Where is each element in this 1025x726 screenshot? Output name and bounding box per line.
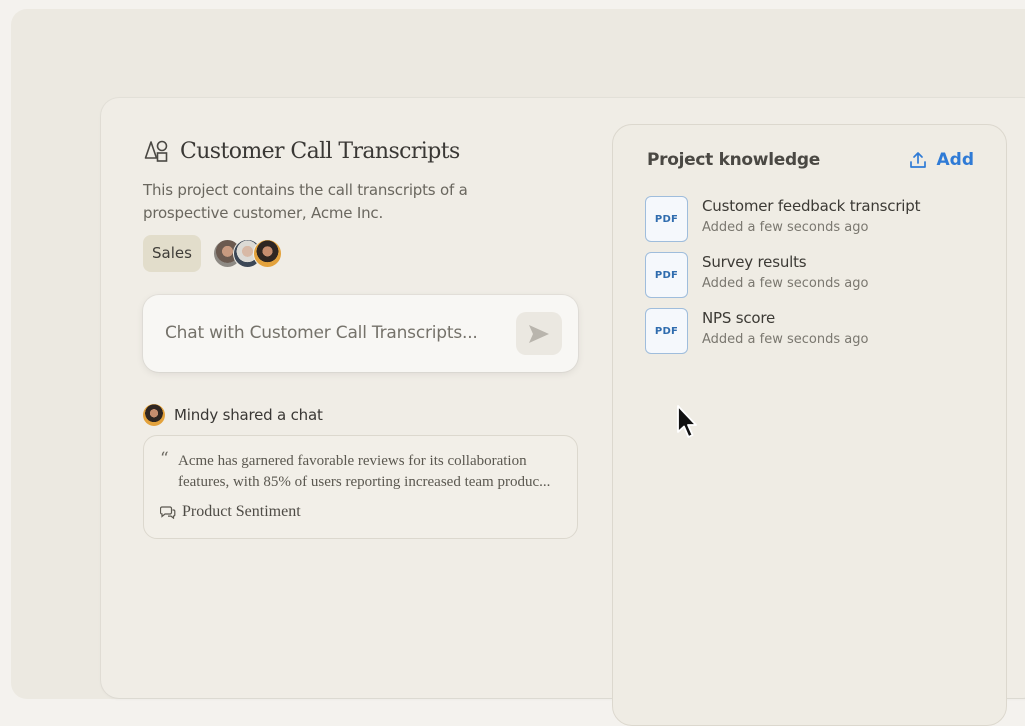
project-tags: Sales [143, 235, 282, 272]
document-item[interactable]: PDF Customer feedback transcript Added a… [645, 196, 920, 242]
document-name: NPS score [702, 309, 776, 327]
panel-title: Project knowledge [647, 150, 820, 170]
project-description: This project contains the call transcrip… [143, 181, 468, 222]
pdf-icon: PDF [645, 308, 688, 354]
document-meta: Added a few seconds ago [702, 332, 869, 347]
pdf-label: PDF [654, 213, 679, 225]
pdf-icon: PDF [645, 252, 688, 298]
shared-chat-card[interactable]: “ Acme has garnered favorable reviews fo… [143, 435, 578, 539]
shared-chat-label: Mindy shared a chat [174, 406, 323, 424]
add-button-label: Add [936, 150, 975, 170]
document-meta: Added a few seconds ago [702, 276, 869, 291]
pdf-label: PDF [654, 325, 679, 337]
chat-reference[interactable]: Product Sentiment [160, 503, 301, 521]
document-name: Survey results [702, 253, 807, 271]
document-item[interactable]: PDF Survey results Added a few seconds a… [645, 252, 868, 298]
document-meta: Added a few seconds ago [702, 220, 869, 235]
project-header: Customer Call Transcripts [144, 139, 460, 164]
shapes-icon [144, 140, 168, 162]
send-button[interactable] [516, 312, 562, 355]
quote-mark: “ [160, 449, 169, 469]
avatar[interactable] [252, 239, 282, 268]
member-avatars[interactable] [212, 239, 282, 268]
send-icon [529, 324, 549, 343]
upload-icon [909, 152, 926, 168]
tag-sales[interactable]: Sales [143, 235, 201, 272]
chat-input-placeholder: Chat with Customer Call Transcripts... [165, 323, 478, 343]
chat-input[interactable]: Chat with Customer Call Transcripts... [143, 295, 578, 372]
pdf-label: PDF [654, 269, 679, 281]
document-name: Customer feedback transcript [702, 197, 921, 215]
mouse-cursor-icon [677, 405, 697, 438]
chat-bubbles-icon [160, 506, 176, 519]
project-title: Customer Call Transcripts [180, 139, 460, 164]
avatar [143, 404, 165, 426]
shared-chat-quote: Acme has garnered favorable reviews for … [178, 453, 551, 490]
project-knowledge-panel: Project knowledge Add PDF Customer feedb… [612, 124, 1007, 726]
add-button[interactable]: Add [909, 150, 975, 170]
pdf-icon: PDF [645, 196, 688, 242]
chat-title: Product Sentiment [182, 503, 301, 520]
shared-chat-header: Mindy shared a chat [143, 404, 323, 426]
document-item[interactable]: PDF NPS score Added a few seconds ago [645, 308, 868, 354]
